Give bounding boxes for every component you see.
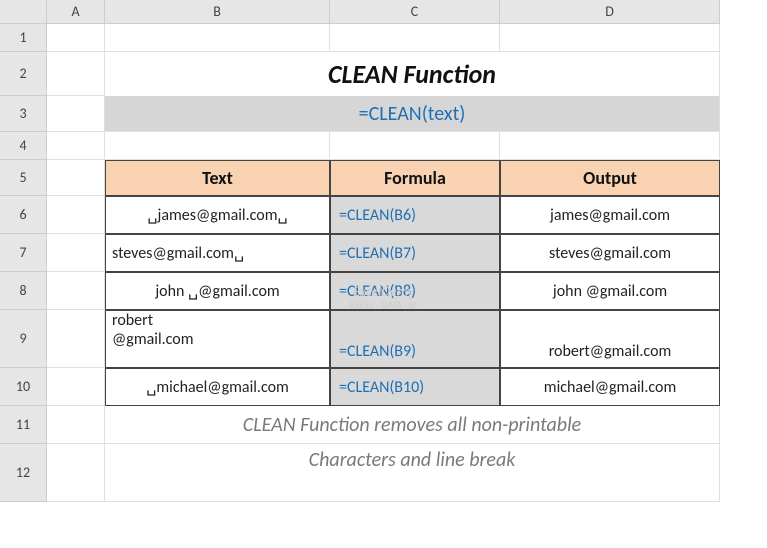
cell-c9[interactable]: =CLEAN(B9): [330, 310, 500, 368]
row-header-12[interactable]: 12: [0, 444, 47, 502]
cell-b10[interactable]: ␣michael@gmail.com: [105, 368, 330, 406]
footnote-line2[interactable]: Characters and line break: [105, 444, 720, 502]
cell-d8[interactable]: john @gmail.com: [500, 272, 720, 310]
cell-c10[interactable]: =CLEAN(B10): [330, 368, 500, 406]
cell-a2[interactable]: [47, 52, 105, 96]
cell-c6[interactable]: =CLEAN(B6): [330, 196, 500, 234]
cell-a9[interactable]: [47, 310, 105, 368]
col-header-b[interactable]: B: [105, 0, 330, 24]
cell-d4[interactable]: [500, 132, 720, 160]
cell-c7[interactable]: =CLEAN(B7): [330, 234, 500, 272]
col-header-a[interactable]: A: [47, 0, 105, 24]
cell-b1[interactable]: [105, 24, 330, 52]
row-header-6[interactable]: 6: [0, 196, 47, 234]
col-header-c[interactable]: C: [330, 0, 500, 24]
select-all-corner[interactable]: [0, 0, 47, 24]
cell-c1[interactable]: [330, 24, 500, 52]
row-headers: 1 2 3 4 5 6 7 8 9 10 11 12: [0, 24, 47, 502]
cell-b7[interactable]: steves@gmail.com␣: [105, 234, 330, 272]
cell-a6[interactable]: [47, 196, 105, 234]
cell-b4[interactable]: [105, 132, 330, 160]
cell-d9[interactable]: robert@gmail.com: [500, 310, 720, 368]
row-header-5[interactable]: 5: [0, 160, 47, 196]
row-header-7[interactable]: 7: [0, 234, 47, 272]
cell-d10[interactable]: michael@gmail.com: [500, 368, 720, 406]
cell-a5[interactable]: [47, 160, 105, 196]
cell-a3[interactable]: [47, 96, 105, 132]
cell-a1[interactable]: [47, 24, 105, 52]
row-header-11[interactable]: 11: [0, 406, 47, 444]
cell-a7[interactable]: [47, 234, 105, 272]
cell-d1[interactable]: [500, 24, 720, 52]
header-output[interactable]: Output: [500, 160, 720, 196]
col-header-d[interactable]: D: [500, 0, 720, 24]
syntax-cell[interactable]: =CLEAN(text): [105, 96, 720, 132]
footnote-line1[interactable]: CLEAN Function removes all non-printable: [105, 406, 720, 444]
header-formula[interactable]: Formula: [330, 160, 500, 196]
cell-d6[interactable]: james@gmail.com: [500, 196, 720, 234]
cell-b6[interactable]: ␣james@gmail.com␣: [105, 196, 330, 234]
cell-b9-line2: @gmail.com: [112, 330, 194, 349]
cell-d7[interactable]: steves@gmail.com: [500, 234, 720, 272]
cell-b9[interactable]: robert @gmail.com: [105, 310, 330, 368]
cell-a4[interactable]: [47, 132, 105, 160]
row-header-10[interactable]: 10: [0, 368, 47, 406]
row-header-9[interactable]: 9: [0, 310, 47, 368]
row-header-4[interactable]: 4: [0, 132, 47, 160]
column-headers: A B C D: [47, 0, 720, 24]
cell-c4[interactable]: [330, 132, 500, 160]
spreadsheet: A B C D 1 2 3 4 5 6 7 8 9 10 11 12 CLEAN…: [0, 0, 767, 548]
cell-b8[interactable]: john ␣@gmail.com: [105, 272, 330, 310]
cell-a8[interactable]: [47, 272, 105, 310]
cell-c8[interactable]: =CLEAN(B8): [330, 272, 500, 310]
row-header-1[interactable]: 1: [0, 24, 47, 52]
row-header-8[interactable]: 8: [0, 272, 47, 310]
cell-a10[interactable]: [47, 368, 105, 406]
cell-a11[interactable]: [47, 406, 105, 444]
cell-grid: CLEAN Function =CLEAN(text) Text Formula…: [47, 24, 720, 502]
title-cell[interactable]: CLEAN Function: [105, 52, 720, 96]
row-header-2[interactable]: 2: [0, 52, 47, 96]
header-text[interactable]: Text: [105, 160, 330, 196]
cell-a12[interactable]: [47, 444, 105, 502]
row-header-3[interactable]: 3: [0, 96, 47, 132]
cell-b9-line1: robert: [112, 311, 153, 330]
